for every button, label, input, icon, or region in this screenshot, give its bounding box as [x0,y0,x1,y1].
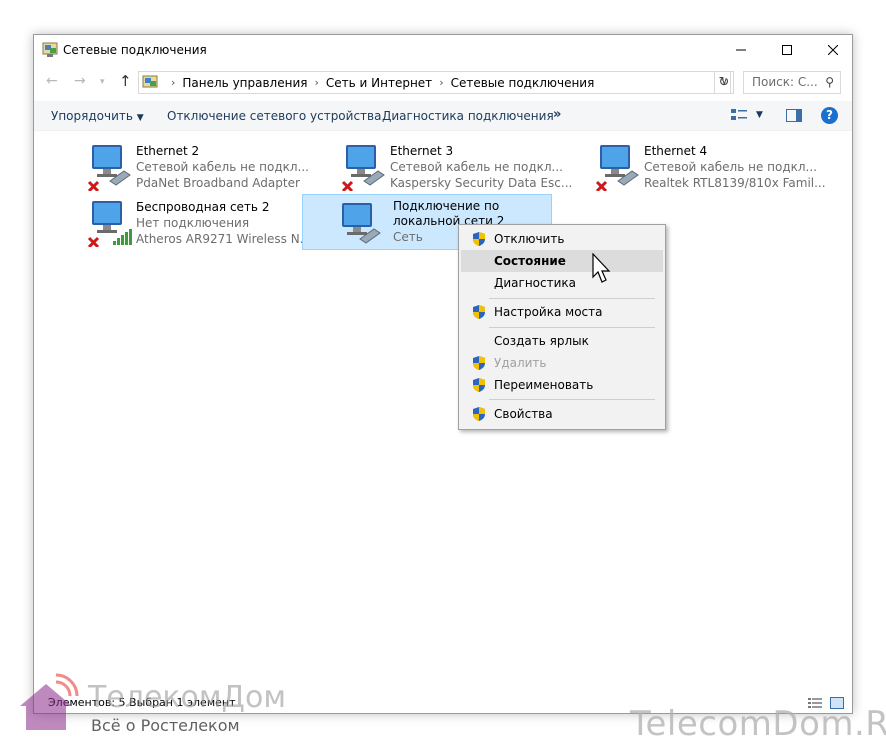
menu-item-rename[interactable]: Переименовать [461,374,663,396]
organize-label: Упорядочить [51,109,133,123]
refresh-button[interactable]: ↻ [714,71,734,94]
uac-shield-icon [473,232,485,246]
connection-tile[interactable]: Ethernet 3 Сетевой кабель не подкл... Ka… [336,137,586,193]
watermark-site: TelecomDom.RU [630,704,886,744]
menu-item-label: Удалить [494,356,547,370]
refresh-icon: ↻ [718,75,730,90]
chevron-right-icon: › [171,76,176,89]
telecomdom-logo-icon [20,673,79,730]
breadcrumb[interactable]: › Панель управления › Сеть и Интернет › … [138,71,731,94]
explorer-window: Сетевые подключения ← → ▾ ↑ › Панель упр… [33,34,853,714]
network-connections-icon [42,42,58,57]
maximize-button[interactable] [764,35,810,65]
connection-name: Ethernet 2 [136,144,200,158]
search-input[interactable]: Поиск: С... ⚲ [743,71,841,94]
connection-status: Сетевой кабель не подкл... [644,160,817,174]
network-adapter-connected-icon [342,203,381,244]
uac-shield-icon [473,407,485,421]
connection-status: Нет подключения [136,216,250,230]
command-bar: Упорядочить ▼ Отключение сетевого устрой… [34,101,852,131]
connection-status: Сеть [393,230,423,244]
connection-name: Подключение по [393,199,500,213]
menu-item-delete[interactable]: Удалить [461,352,663,374]
menu-item-disable[interactable]: Отключить [461,228,663,250]
menu-separator [489,399,655,400]
chevron-down-icon: ▼ [136,113,144,123]
mouse-cursor-icon [592,253,611,283]
diagnose-button[interactable]: Диагностика подключения [382,109,554,123]
menu-item-label: Диагностика [494,276,577,290]
connection-name: Беспроводная сеть 2 [136,200,270,214]
menu-separator [489,327,655,328]
connection-name: Ethernet 4 [644,144,708,158]
menu-item-create-shortcut[interactable]: Создать ярлык [461,330,663,352]
up-arrow-icon[interactable]: ↑ [119,72,132,90]
maximize-icon [782,45,792,55]
connection-name: Ethernet 3 [390,144,454,158]
menu-item-label: Создать ярлык [494,334,589,348]
connection-tile[interactable]: Ethernet 2 Сетевой кабель не подкл... Pd… [82,137,332,193]
back-arrow-icon[interactable]: ← [46,73,58,89]
breadcrumb-item-network-connections[interactable]: Сетевые подключения [451,76,595,90]
wireless-adapter-disconnected-icon [87,201,132,247]
menu-item-label: Настройка моста [494,305,603,319]
help-icon[interactable]: ? [821,107,838,124]
disable-device-button[interactable]: Отключение сетевого устройства [167,109,381,123]
menu-item-label: Переименовать [494,378,594,392]
preview-pane-icon[interactable] [786,109,802,122]
title-bar: Сетевые подключения [34,35,852,65]
menu-item-label: Отключить [494,232,565,246]
breadcrumb-item-network-internet[interactable]: Сеть и Интернет [326,76,432,90]
connection-device: Atheros AR9271 Wireless N... [136,232,312,246]
minimize-icon [736,49,746,51]
menu-item-label: Состояние [494,254,566,268]
connection-tile[interactable]: Беспроводная сеть 2 Нет подключения Athe… [82,193,332,249]
connection-device: Kaspersky Security Data Esc... [390,176,573,190]
connection-tile[interactable]: Ethernet 4 Сетевой кабель не подкл... Re… [590,137,840,193]
menu-item-label: Свойства [494,407,553,421]
close-icon [828,45,838,55]
minimize-button[interactable] [718,35,764,65]
connection-status: Сетевой кабель не подкл... [390,160,563,174]
search-placeholder: Поиск: С... [752,75,818,89]
search-icon: ⚲ [825,75,834,89]
context-menu: Отключить Состояние Диагностика Настройк… [458,224,666,430]
network-connections-icon [142,75,158,87]
uac-shield-icon [473,356,485,370]
chevron-right-icon: › [439,76,444,89]
menu-item-diagnostics[interactable]: Диагностика [461,272,663,294]
uac-shield-icon [473,305,485,319]
connections-list: Ethernet 2 Сетевой кабель не подкл... Pd… [34,132,852,692]
chevron-down-icon[interactable]: ▼ [756,110,763,120]
window-title: Сетевые подключения [63,43,207,57]
watermark-tagline: Всё о Ростелеком [91,716,240,735]
network-adapter-disconnected-icon [341,145,385,191]
network-adapter-disconnected-icon [87,145,131,191]
chevron-right-icon: › [314,76,319,89]
organize-button[interactable]: Упорядочить ▼ [51,109,144,123]
menu-item-bridge[interactable]: Настройка моста [461,301,663,323]
menu-item-status[interactable]: Состояние [461,250,663,272]
recent-locations-icon[interactable]: ▾ [100,77,105,87]
breadcrumb-item-control-panel[interactable]: Панель управления [182,76,307,90]
connection-device: PdaNet Broadband Adapter [136,176,300,190]
uac-shield-icon [473,378,485,392]
connection-status: Сетевой кабель не подкл... [136,160,309,174]
more-commands-button[interactable]: » [553,107,561,122]
close-button[interactable] [810,35,856,65]
connection-device: Realtek RTL8139/810x Famil... [644,176,826,190]
screenshot-stage: Сетевые подключения ← → ▾ ↑ › Панель упр… [0,0,886,747]
network-adapter-disconnected-icon [595,145,639,191]
watermark-brand: ТелекомДом [88,680,286,715]
menu-separator [489,298,655,299]
forward-arrow-icon[interactable]: → [74,73,86,89]
menu-item-properties[interactable]: Свойства [461,403,663,425]
address-bar: ← → ▾ ↑ › Панель управления › Сеть и Инт… [34,69,852,95]
change-view-icon[interactable] [731,108,747,122]
